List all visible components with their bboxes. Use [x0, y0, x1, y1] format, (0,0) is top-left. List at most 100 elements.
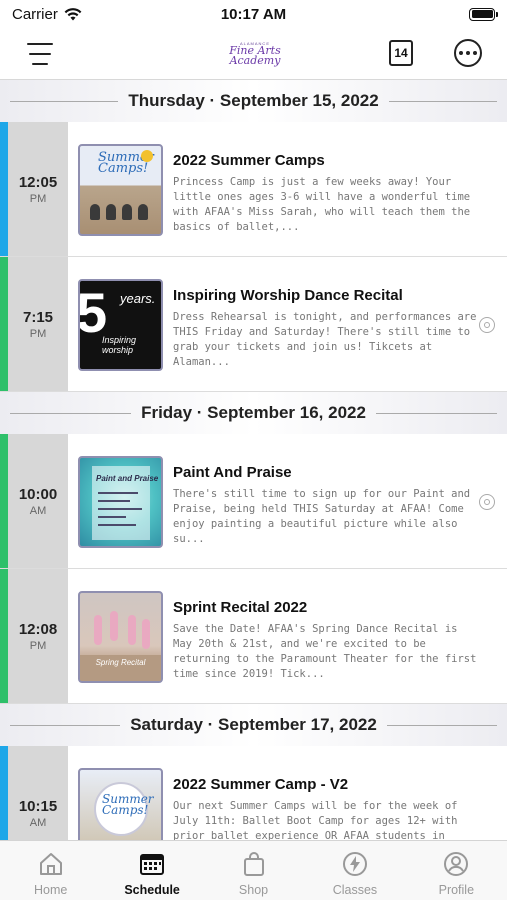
event-title: Paint And Praise: [173, 464, 292, 481]
day-header: Friday · September 16, 2022: [0, 392, 507, 434]
event-title: Inspiring Worship Dance Recital: [173, 287, 403, 304]
dancer-graphic: [94, 615, 102, 645]
status-time: 10:17 AM: [220, 5, 287, 23]
divider: [10, 724, 121, 726]
event-time-ampm: PM: [29, 639, 47, 652]
calendar-day-number: 14: [394, 46, 408, 60]
tab-label: Shop: [238, 883, 269, 897]
dancer-graphic: [122, 204, 132, 220]
logo-main-line2: Academy: [229, 53, 281, 67]
tab-profile[interactable]: Profile: [406, 841, 507, 900]
event-body: Paint And Praise There's still time to s…: [173, 434, 507, 568]
event-color-bar: [0, 569, 8, 703]
event-time-ampm: PM: [29, 192, 47, 205]
event-time-value: 7:15: [22, 308, 54, 326]
event-time: 12:08 PM: [8, 569, 68, 703]
day-header: Thursday · September 15, 2022: [0, 80, 507, 122]
event-body: 2022 Summer Camp - V2 Our next Summer Ca…: [173, 746, 507, 840]
event-color-bar: [0, 434, 8, 568]
calendar-icon: [138, 850, 166, 878]
status-left: Carrier: [12, 6, 152, 23]
thumb-text: Summer Camps!: [102, 792, 154, 817]
event-time: 12:05 PM: [8, 122, 68, 256]
thumb-text: Paint and Praise: [96, 474, 159, 483]
schedule-list[interactable]: Thursday · September 15, 2022 12:05 PM S…: [0, 80, 507, 840]
home-icon: [37, 850, 65, 878]
day-header: Saturday · September 17, 2022: [0, 704, 507, 746]
event-time: 10:00 AM: [8, 434, 68, 568]
status-right: [355, 7, 498, 21]
flyer-line: [98, 492, 138, 494]
dancer-graphic: [90, 204, 100, 220]
dancer-graphic: [138, 204, 148, 220]
event-thumbnail[interactable]: 5 years. Inspiring worship: [78, 279, 163, 371]
divider: [10, 412, 132, 414]
tab-classes[interactable]: Classes: [304, 841, 405, 900]
tab-label: Classes: [332, 883, 378, 897]
tab-shop[interactable]: Shop: [203, 841, 304, 900]
battery-icon: [469, 7, 498, 21]
dancer-graphic: [128, 615, 136, 645]
status-bar: Carrier 10:17 AM: [0, 0, 507, 28]
thumb-text: 5: [78, 281, 108, 344]
calendar-today-button[interactable]: 14: [389, 40, 413, 66]
event-time: 7:15 PM: [8, 257, 68, 391]
repeat-status-icon: [479, 317, 495, 333]
event-thumbnail[interactable]: Summer Camps!: [78, 768, 163, 840]
dancer-graphic: [110, 611, 118, 641]
event-description: Our next Summer Camps will be for the we…: [173, 800, 458, 840]
event-time-value: 12:08: [18, 620, 58, 638]
event-row[interactable]: 10:00 AM Paint and Praise Paint And Prai…: [0, 434, 507, 569]
day-header-label: Thursday · September 15, 2022: [128, 91, 379, 110]
event-time-value: 12:05: [18, 173, 58, 191]
event-row[interactable]: 12:08 PM Spring Recital Sprint Recital 2…: [0, 569, 507, 704]
event-time-ampm: PM: [29, 327, 47, 340]
tab-label: Schedule: [124, 883, 180, 897]
event-body: Inspiring Worship Dance Recital Dress Re…: [173, 257, 507, 391]
day-header-label: Friday · September 16, 2022: [141, 403, 366, 422]
event-body: Sprint Recital 2022 Save the Date! AFAA'…: [173, 569, 507, 703]
carrier-label: Carrier: [12, 5, 58, 23]
event-row[interactable]: 10:15 AM Summer Camps! 2022 Summer Camp …: [0, 746, 507, 840]
divider: [10, 100, 119, 102]
event-thumbnail[interactable]: Summer Camps!: [78, 144, 163, 236]
event-thumbnail[interactable]: Paint and Praise: [78, 456, 163, 548]
divider: [386, 724, 497, 726]
user-icon: [442, 850, 470, 878]
event-title: 2022 Summer Camps: [173, 152, 325, 169]
event-description: Dress Rehearsal is tonight, and performa…: [173, 311, 477, 368]
event-time-ampm: AM: [29, 816, 47, 829]
tab-label: Home: [34, 883, 68, 897]
tab-bar: Home Schedule Shop Classes Profile: [0, 840, 507, 900]
divider: [388, 100, 498, 102]
event-row[interactable]: 7:15 PM 5 years. Inspiring worship Inspi…: [0, 257, 507, 392]
lightning-icon: [341, 850, 369, 878]
repeat-status-icon: [479, 494, 495, 510]
event-time-value: 10:15: [18, 797, 58, 815]
more-options-icon[interactable]: [454, 39, 482, 67]
flyer-line: [98, 500, 130, 502]
wifi-icon: [64, 7, 82, 20]
flyer-line: [98, 508, 142, 510]
event-title: Sprint Recital 2022: [173, 599, 308, 616]
dancer-graphic: [142, 619, 150, 649]
dancer-graphic: [106, 204, 116, 220]
event-description: Princess Camp is just a few weeks away! …: [173, 176, 471, 233]
divider: [375, 412, 498, 414]
event-row[interactable]: 12:05 PM Summer Camps! 2022 Summer Camps…: [0, 122, 507, 257]
tab-home[interactable]: Home: [0, 841, 101, 900]
nav-bar: ALAMANCE Fine Arts Academy 14: [0, 28, 507, 80]
event-color-bar: [0, 257, 8, 391]
thumb-text: Inspiring worship: [102, 335, 137, 355]
event-time-value: 10:00: [18, 485, 58, 503]
event-title: 2022 Summer Camp - V2: [173, 776, 349, 793]
academy-logo[interactable]: ALAMANCE Fine Arts Academy: [228, 32, 282, 74]
event-description: Save the Date! AFAA's Spring Dance Recit…: [173, 623, 477, 680]
event-description: There's still time to sign up for our Pa…: [173, 488, 471, 545]
menu-icon[interactable]: [27, 43, 55, 65]
flyer-line: [98, 524, 136, 526]
thumb-text: years.: [120, 291, 156, 306]
tab-schedule[interactable]: Schedule: [101, 841, 202, 900]
event-thumbnail[interactable]: Spring Recital: [78, 591, 163, 683]
day-header-label: Saturday · September 17, 2022: [130, 715, 377, 734]
